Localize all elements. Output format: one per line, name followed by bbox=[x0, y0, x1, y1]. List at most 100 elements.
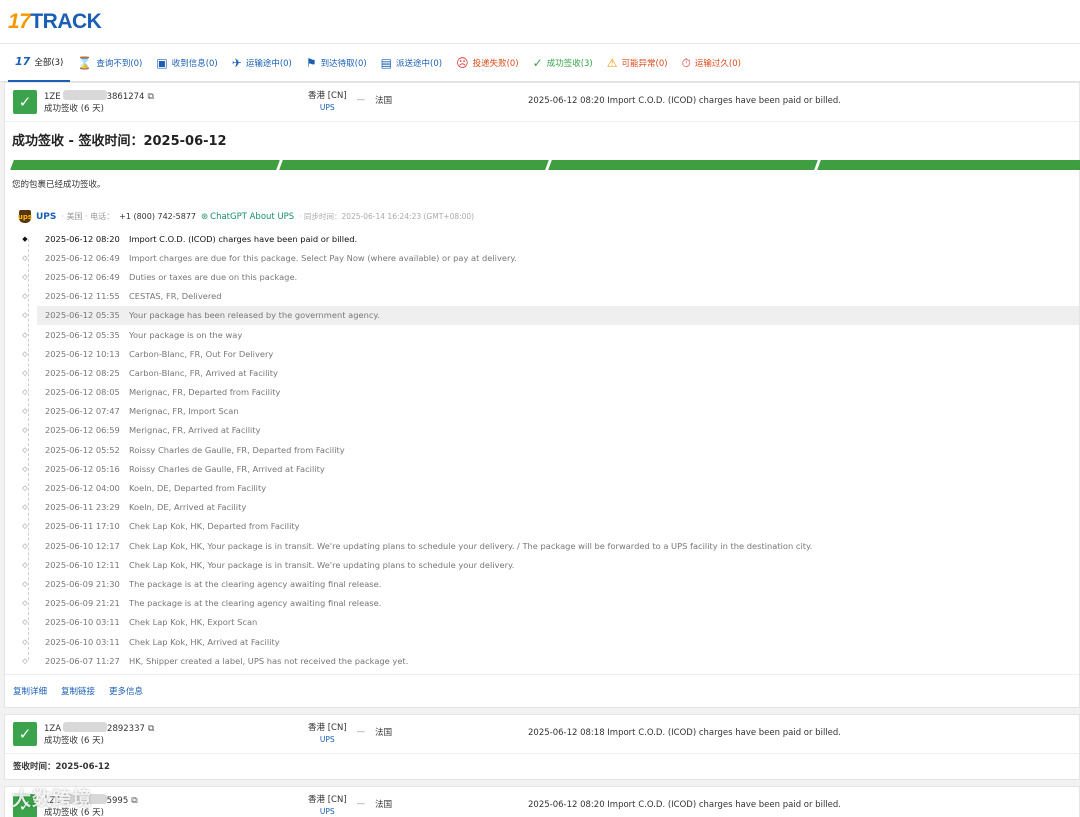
copy-link-link[interactable]: 复制链接 bbox=[61, 685, 95, 697]
tracking-event: ◇ 2025-06-12 08:25 Carbon-Blanc, FR, Arriv… bbox=[5, 363, 1079, 382]
shipment-card-1: ✓ 1ZE 3861274 ⧉ 成功签收 (6 天) 香港 [CN] UPS — 法国… bbox=[4, 82, 1080, 709]
tab-1[interactable]: ⌛ 查询不到(0) bbox=[70, 44, 149, 82]
progress-segment bbox=[10, 160, 280, 170]
masked-tracking-number bbox=[62, 90, 107, 100]
tracking-event: ◇ 2025-06-12 05:16 Roissy Charles de Gaull… bbox=[5, 459, 1079, 478]
detail-actions: 复制详细 复制链接 更多信息 bbox=[5, 674, 1079, 707]
17track-logo[interactable]: 17TRACK bbox=[8, 10, 102, 34]
flag-icon: ⚑ bbox=[305, 55, 317, 70]
shipment-card-2: ✓ 1ZA 2892337 ⧉ 成功签收 (6 天) 香港 [CN] UPS — 法国… bbox=[4, 714, 1080, 781]
shipment-detail-panel: 成功签收 - 签收时间：2025-06-12 您的包裹已经成功签收。 ups U… bbox=[5, 121, 1080, 707]
event-description: The package is at the clearing agency aw… bbox=[129, 578, 382, 589]
event-time: 2025-06-11 17:10 bbox=[45, 521, 120, 532]
event-time: 2025-06-10 12:11 bbox=[45, 559, 120, 570]
shipment-summary-row[interactable]: ✓ 1ZA 2892337 ⧉ 成功签收 (6 天) 香港 [CN] UPS — 法国… bbox=[5, 715, 1079, 753]
progress-bar bbox=[10, 160, 1080, 170]
tab-3[interactable]: ✈ 运输途中(0) bbox=[225, 44, 299, 82]
origin-country: 香港 [CN] bbox=[308, 795, 347, 806]
shipment-status: 成功签收 (6 天) bbox=[44, 104, 104, 114]
receive-time: 签收时间：2025-06-12 bbox=[5, 753, 1079, 779]
event-time: 2025-06-12 05:35 bbox=[45, 329, 120, 340]
sad-face-icon: ☹ bbox=[456, 55, 469, 70]
warning-icon: ⚠ bbox=[606, 55, 618, 70]
event-description: Your package has been released by the go… bbox=[129, 310, 380, 321]
event-description: Chek Lap Kok, HK, Arrived at Facility bbox=[129, 636, 280, 647]
carrier-phone: +1 (800) 742-5877 bbox=[119, 212, 197, 221]
latest-event: 2025-06-12 08:18 Import C.O.D. (ICOD) ch… bbox=[528, 728, 841, 739]
timeline-dot-icon: ◇ bbox=[22, 426, 28, 435]
event-description: Your package is on the way bbox=[129, 329, 243, 340]
tracking-event: ◆ 2025-06-12 08:20 Import C.O.D. (ICOD) ch… bbox=[5, 229, 1079, 248]
timeline-dot-filled-icon: ◆ bbox=[22, 234, 28, 243]
event-time: 2025-06-12 08:05 bbox=[45, 387, 120, 398]
tab-6[interactable]: ☹ 投递失败(0) bbox=[449, 44, 526, 82]
shipment-summary-row[interactable]: ✓ 1ZE 5995 ⧉ 成功签收 (6 天) 香港 [CN] UPS — 法国 20… bbox=[5, 787, 1079, 817]
tab-7[interactable]: ✓ 成功签收(3) bbox=[526, 44, 600, 82]
top-bar: 17TRACK bbox=[0, 0, 1080, 44]
watermark: 大数跨境 bbox=[12, 788, 93, 810]
timeline-dot-icon: ◇ bbox=[22, 272, 28, 281]
tracking-event: ◇ 2025-06-12 06:49 Duties or taxes are due… bbox=[5, 267, 1079, 286]
shipment-summary-row[interactable]: ✓ 1ZE 3861274 ⧉ 成功签收 (6 天) 香港 [CN] UPS — 法国… bbox=[5, 83, 1079, 121]
tab-4[interactable]: ⚑ 到达待取(0) bbox=[299, 44, 374, 82]
event-time: 2025-06-10 03:11 bbox=[45, 636, 120, 647]
tab-8[interactable]: ⚠ 可能异常(0) bbox=[600, 44, 675, 82]
copy-icon[interactable]: ⧉ bbox=[131, 796, 137, 806]
event-description: Carbon-Blanc, FR, Out For Delivery bbox=[129, 348, 274, 359]
tracking-event: ◇ 2025-06-11 17:10 Chek Lap Kok, HK, Depar… bbox=[5, 517, 1079, 536]
more-info-link[interactable]: 更多信息 bbox=[109, 685, 143, 697]
event-time: 2025-06-12 07:47 bbox=[45, 406, 120, 417]
origin-country: 香港 [CN] bbox=[308, 723, 347, 734]
carrier-link[interactable]: UPS bbox=[308, 806, 347, 817]
timeline-dot-icon: ◇ bbox=[22, 311, 28, 320]
copy-icon[interactable]: ⧉ bbox=[147, 92, 153, 102]
event-time: 2025-06-07 11:27 bbox=[45, 655, 120, 666]
latest-event: 2025-06-12 08:20 Import C.O.D. (ICOD) ch… bbox=[528, 800, 841, 811]
event-time: 2025-06-10 03:11 bbox=[45, 617, 120, 628]
ups-logo-icon: ups bbox=[18, 210, 32, 223]
airplane-icon: ✈ bbox=[231, 55, 242, 70]
event-time: 2025-06-12 05:52 bbox=[45, 444, 120, 455]
event-description: Merignac, FR, Departed from Facility bbox=[129, 387, 281, 398]
tab-0[interactable]: 17 全部(3) bbox=[8, 44, 71, 82]
event-description: The package is at the clearing agency aw… bbox=[129, 598, 382, 609]
carrier-link[interactable]: UPS bbox=[308, 734, 347, 745]
tab-label: 可能异常(0) bbox=[621, 58, 668, 69]
timeline-dot-icon: ◇ bbox=[22, 656, 28, 665]
shipment-route: 香港 [CN] UPS — 法国 bbox=[308, 795, 392, 817]
event-description: Chek Lap Kok, HK, Your package is in tra… bbox=[129, 559, 515, 570]
chatgpt-link[interactable]: ⊛ ChatGPT About UPS bbox=[201, 212, 294, 222]
destination-country: 法国 bbox=[375, 96, 393, 106]
tracking-event: ◇ 2025-06-12 06:49 Import charges are due … bbox=[5, 248, 1079, 267]
timeline-dot-icon: ◇ bbox=[22, 292, 28, 301]
copy-detail-link[interactable]: 复制详细 bbox=[13, 685, 47, 697]
origin-country: 香港 [CN] bbox=[308, 91, 347, 101]
copy-icon[interactable]: ⧉ bbox=[148, 724, 154, 734]
tracking-event: ◇ 2025-06-12 10:13 Carbon-Blanc, FR, Out F… bbox=[5, 344, 1079, 363]
tab-9[interactable]: ⏱ 运输过久(0) bbox=[675, 44, 748, 82]
status-tabs: 17 全部(3) ⌛ 查询不到(0) ▣ 收到信息(0) ✈ 运输途中(0) ⚑ 到达待取(0) ▤… bbox=[0, 44, 1080, 82]
shipment-route: 香港 [CN] UPS — 法国 bbox=[308, 723, 392, 745]
timeline-dot-icon: ◇ bbox=[22, 407, 28, 416]
timeline-dot-icon: ◇ bbox=[22, 464, 28, 473]
event-time: 2025-06-10 12:17 bbox=[45, 540, 120, 551]
timeline-dot-icon: ◇ bbox=[22, 579, 28, 588]
delivery-title: 成功签收 - 签收时间：2025-06-12 bbox=[12, 134, 227, 149]
tracking-event: ◇ 2025-06-11 23:29 Koeln, DE, Arrived at F… bbox=[5, 498, 1079, 517]
tracking-event: ◇ 2025-06-12 08:05 Merignac, FR, Departed … bbox=[5, 383, 1079, 402]
carrier-name[interactable]: UPS bbox=[36, 212, 56, 222]
tab-label: 成功签收(3) bbox=[546, 58, 593, 69]
event-description: Koeln, DE, Departed from Facility bbox=[129, 483, 267, 494]
tab-2[interactable]: ▣ 收到信息(0) bbox=[149, 44, 224, 82]
tab-5[interactable]: ▤ 派送途中(0) bbox=[374, 44, 449, 82]
timeline-dot-icon: ◇ bbox=[22, 599, 28, 608]
route-arrow-icon: — bbox=[356, 799, 366, 810]
event-description: Roissy Charles de Gaulle, FR, Arrived at… bbox=[129, 463, 325, 474]
carrier-link[interactable]: UPS bbox=[308, 102, 347, 113]
event-description: Carbon-Blanc, FR, Arrived at Facility bbox=[129, 367, 278, 378]
tracking-event: ◇ 2025-06-09 21:21 The package is at the c… bbox=[5, 594, 1079, 613]
progress-segment bbox=[817, 160, 1080, 170]
event-description: Roissy Charles de Gaulle, FR, Departed f… bbox=[129, 444, 345, 455]
tab-label: 全部(3) bbox=[34, 57, 64, 68]
delivered-check-icon: ✓ bbox=[13, 722, 37, 747]
